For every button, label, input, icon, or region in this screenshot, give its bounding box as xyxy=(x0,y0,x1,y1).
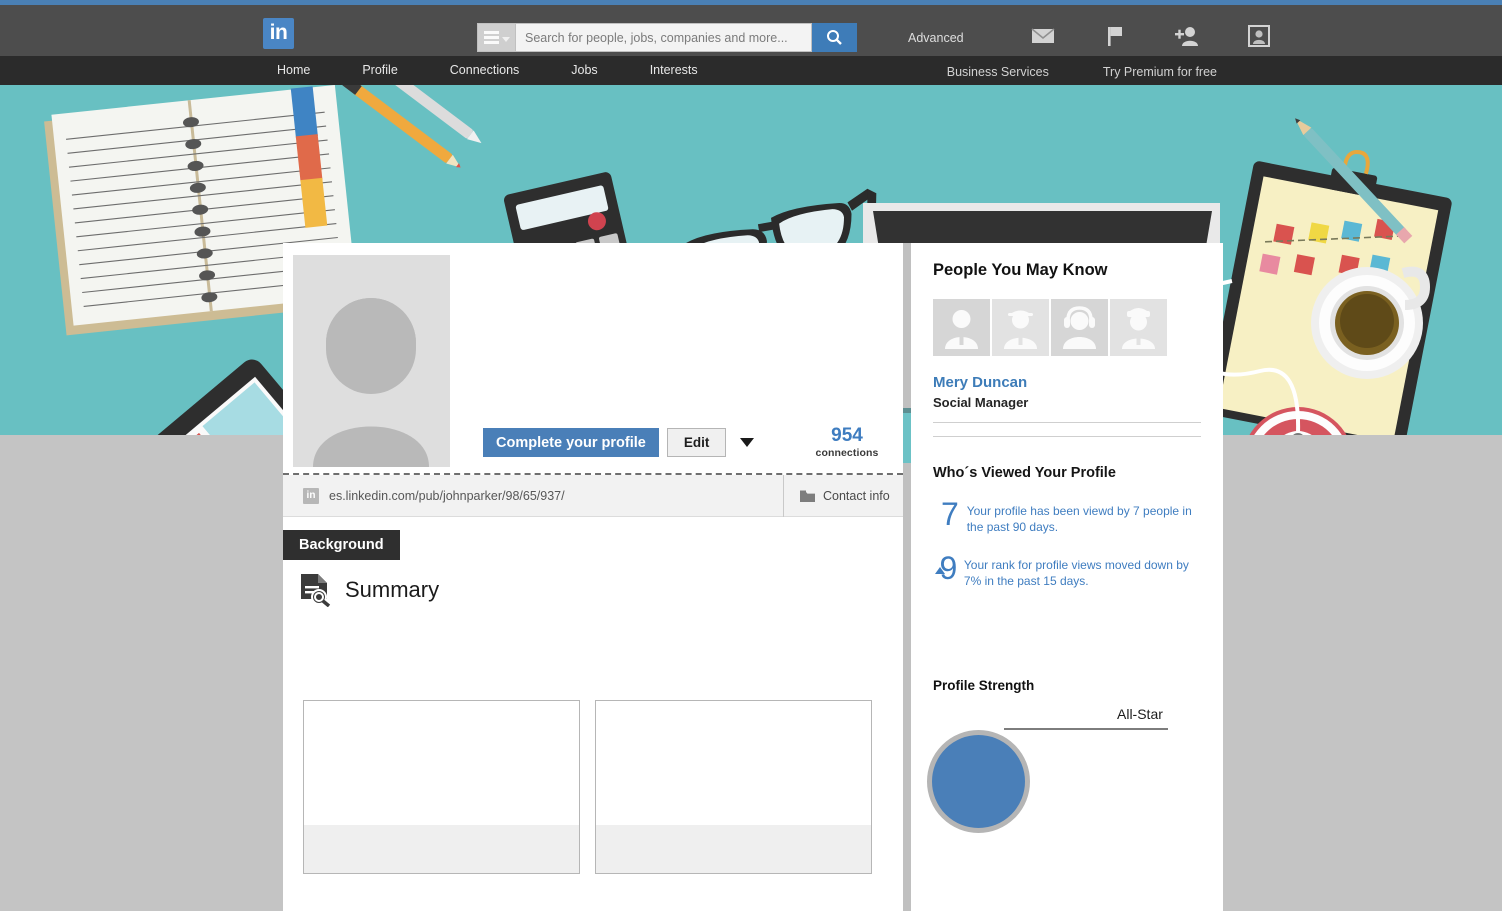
chevron-down-icon[interactable] xyxy=(740,438,755,447)
header-icon-group xyxy=(1030,23,1272,49)
content-card-footer xyxy=(304,825,579,873)
profile-strength-line xyxy=(1004,728,1168,730)
nav-item-interests[interactable]: Interests xyxy=(650,56,698,85)
contact-info-button[interactable]: Contact info xyxy=(783,475,903,517)
viewers-title: Who´s Viewed Your Profile xyxy=(933,465,1116,481)
viewer-rank-row[interactable]: 9 Your rank for profile views moved down… xyxy=(933,551,1201,589)
linkedin-logo[interactable]: in xyxy=(263,18,294,49)
connections-count[interactable]: 954 xyxy=(801,425,893,447)
pymk-thumbnail-row xyxy=(933,299,1201,356)
global-header: in Advanced xyxy=(0,5,1502,56)
search-input[interactable] xyxy=(515,23,812,52)
person-tie-avatar[interactable] xyxy=(933,299,990,356)
notifications-flag-icon[interactable] xyxy=(1102,23,1128,49)
search-category-dropdown[interactable] xyxy=(477,23,515,52)
edit-profile-button[interactable]: Edit xyxy=(666,428,727,457)
nav-item-connections[interactable]: Connections xyxy=(450,56,520,85)
content-cards-row xyxy=(303,700,872,874)
nav-item-jobs[interactable]: Jobs xyxy=(571,56,597,85)
nav-item-home[interactable]: Home xyxy=(277,56,310,85)
complete-your-profile-button[interactable]: Complete your profile xyxy=(483,428,659,457)
add-connection-icon[interactable] xyxy=(1174,23,1200,49)
profile-sidebar: People You May Know Mery Duncan Social M… xyxy=(911,243,1223,911)
pymk-title: People You May Know xyxy=(933,261,1108,279)
search-bar xyxy=(477,23,857,52)
document-search-icon xyxy=(301,574,331,607)
person-headset-avatar[interactable] xyxy=(1051,299,1108,356)
profile-strength-level: All-Star xyxy=(1117,706,1163,722)
primary-navigation: Home Profile Connections Jobs Interests … xyxy=(0,56,1502,85)
search-icon xyxy=(827,30,842,45)
public-profile-url-bar: in es.linkedin.com/pub/johnparker/98/65/… xyxy=(283,475,903,517)
person-hardhat-avatar[interactable] xyxy=(992,299,1049,356)
summary-section-header: Summary xyxy=(299,573,439,607)
profile-action-buttons: Complete your profile Edit xyxy=(483,428,755,457)
content-card-2[interactable] xyxy=(595,700,872,874)
public-profile-url[interactable]: es.linkedin.com/pub/johnparker/98/65/937… xyxy=(329,489,565,503)
viewer-stat-row[interactable]: 7 Your profile has been viewd by 7 peopl… xyxy=(933,497,1201,535)
viewer-stat-number: 7 xyxy=(940,496,959,532)
messages-icon[interactable] xyxy=(1030,23,1056,49)
viewer-rank-text: Your rank for profile views moved down b… xyxy=(963,558,1189,588)
divider xyxy=(933,436,1201,437)
contact-card-icon xyxy=(800,490,815,502)
nav-item-profile[interactable]: Profile xyxy=(362,56,397,85)
contact-info-label: Contact info xyxy=(823,489,890,503)
viewer-stat-text: Your profile has been viewd by 7 people … xyxy=(966,504,1192,534)
connections-counter: 954 connections xyxy=(801,425,893,459)
connections-label: connections xyxy=(815,447,879,459)
viewer-rank-number: 9 xyxy=(933,551,964,585)
content-card-1[interactable] xyxy=(303,700,580,874)
trend-up-arrow-icon xyxy=(935,567,945,574)
person-cap-avatar[interactable] xyxy=(1110,299,1167,356)
background-section-tab[interactable]: Background xyxy=(283,530,400,560)
summary-heading: Summary xyxy=(345,577,440,602)
profile-card: Complete your profile Edit 954 connectio… xyxy=(283,243,903,911)
linkedin-badge-icon: in xyxy=(303,487,319,504)
advanced-search-link[interactable]: Advanced xyxy=(908,31,964,45)
pymk-person-role: Social Manager xyxy=(933,395,1029,410)
default-person-placeholder xyxy=(293,255,450,467)
profile-strength-gauge xyxy=(927,730,1030,833)
search-submit-button[interactable] xyxy=(812,23,857,52)
hamburger-menu-icon xyxy=(483,31,499,44)
divider xyxy=(933,422,1201,423)
profile-photo[interactable] xyxy=(293,255,450,467)
pymk-person-name[interactable]: Mery Duncan xyxy=(933,374,1201,391)
profile-avatar-icon[interactable] xyxy=(1246,23,1272,49)
chevron-down-icon xyxy=(501,36,510,42)
profile-strength-title: Profile Strength xyxy=(933,678,1035,693)
linkedin-profile-page: in Advanced xyxy=(0,0,1502,911)
nav-links: Home Profile Connections Jobs Interests xyxy=(277,56,750,85)
content-card-footer xyxy=(596,825,871,873)
